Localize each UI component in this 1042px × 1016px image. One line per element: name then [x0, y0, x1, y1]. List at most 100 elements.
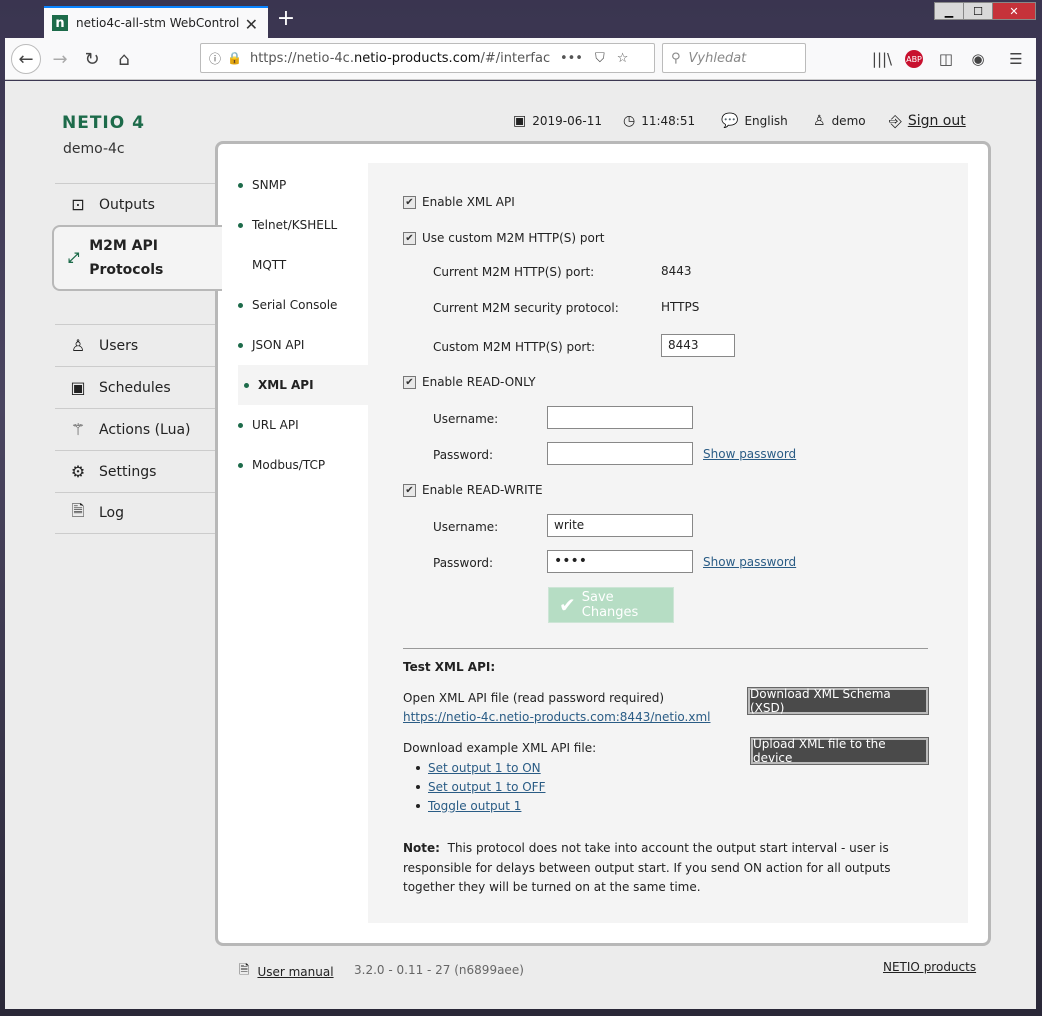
checkmark-icon: ✔: [559, 593, 576, 617]
example-toggle-link[interactable]: Toggle output 1: [428, 799, 521, 813]
sidebar-item-actions[interactable]: ⚚ Actions (Lua): [55, 408, 215, 450]
subnav-telnet[interactable]: Telnet/KSHELL: [238, 205, 370, 245]
enable-xml-api-checkbox[interactable]: ✔: [403, 195, 416, 209]
speech-bubble-icon: 💬: [721, 113, 739, 129]
xml-file-link[interactable]: https://netio-4c.netio-products.com:8443…: [403, 710, 710, 724]
user-manual-link[interactable]: 🗎 User manual: [239, 961, 334, 983]
custom-port-input[interactable]: 8443: [661, 334, 735, 357]
url-text: https://netio-4c.netio-products.com/#/in…: [249, 50, 550, 66]
forward-arrow-icon[interactable]: →: [45, 44, 75, 74]
enable-read-only-checkbox[interactable]: ✔: [403, 375, 416, 389]
rw-password-label: Password:: [433, 556, 494, 570]
section-divider: [403, 648, 928, 649]
tab-close-icon[interactable]: ✕: [245, 15, 258, 34]
list-item: Set output 1 to ON: [416, 761, 541, 775]
sidebar-active-line2: Protocols: [89, 262, 164, 278]
open-file-text: Open XML API file (read password require…: [403, 691, 665, 705]
lock-warning-icon[interactable]: 🔒: [227, 51, 242, 65]
search-icon: ⚲: [671, 50, 681, 66]
download-xsd-button[interactable]: Download XML Schema (XSD): [747, 687, 929, 715]
enable-read-write-checkbox[interactable]: ✔: [403, 483, 416, 497]
rw-password-input[interactable]: ••••: [547, 550, 693, 573]
subnav-url-api[interactable]: URL API: [238, 405, 370, 445]
subnav-json-api[interactable]: JSON API: [238, 325, 370, 365]
enable-read-only-row: ✔ Enable READ-ONLY: [403, 375, 536, 389]
enable-xml-api-row: ✔ Enable XML API: [403, 195, 515, 209]
netio-products-link[interactable]: NETIO products: [883, 960, 976, 974]
subnav-serial-console[interactable]: Serial Console: [238, 285, 370, 325]
sidebar-toggle-icon[interactable]: ◫: [935, 48, 957, 70]
maximize-icon[interactable]: ☐: [963, 2, 993, 20]
window-close-icon[interactable]: ✕: [992, 2, 1036, 20]
reload-icon[interactable]: ↻: [77, 44, 107, 74]
example-set-off-link[interactable]: Set output 1 to OFF: [428, 780, 545, 794]
calendar-icon: ▣: [513, 113, 527, 129]
header-time: ◷ 11:48:51: [623, 113, 696, 129]
enable-read-write-row: ✔ Enable READ-WRITE: [403, 483, 543, 497]
current-port-value: 8443: [661, 264, 692, 278]
rw-username-input[interactable]: write: [547, 514, 693, 537]
sidebar-item-users[interactable]: ♙ Users: [55, 324, 215, 366]
bookmark-star-icon[interactable]: ☆: [617, 51, 629, 66]
ro-username-label: Username:: [433, 412, 499, 426]
document-icon: 🗎: [239, 963, 250, 978]
home-icon[interactable]: ⌂: [109, 44, 139, 74]
pocket-icon[interactable]: ⛉: [595, 51, 605, 66]
ro-show-password-link[interactable]: Show password: [703, 447, 796, 461]
rw-username-label: Username:: [433, 520, 499, 534]
search-bar[interactable]: ⚲ Vyhledat: [662, 43, 806, 73]
sign-out-button[interactable]: ⎆ Sign out: [889, 111, 966, 131]
sidebar-item-settings[interactable]: ⚙ Settings: [55, 450, 215, 492]
sidebar-item-outputs[interactable]: ⊡ Outputs: [55, 183, 215, 225]
calendar-icon: ▣: [70, 378, 86, 397]
current-user[interactable]: ♙ demo: [813, 113, 866, 129]
netio-logo: NETIO 4: [62, 113, 145, 133]
save-changes-button[interactable]: ✔ Save Changes: [548, 587, 674, 623]
ro-password-label: Password:: [433, 448, 494, 462]
protocol-note: Note: This protocol does not take into a…: [403, 841, 891, 894]
new-tab-icon[interactable]: +: [276, 8, 296, 32]
url-bar[interactable]: ⓘ 🔒 https://netio-4c.netio-products.com/…: [200, 43, 655, 73]
adblock-icon[interactable]: ABP: [903, 48, 925, 70]
gear-icon: ⚙: [70, 462, 86, 481]
user-icon: ♙: [70, 336, 86, 355]
example-set-on-link[interactable]: Set output 1 to ON: [428, 761, 541, 775]
subnav-xml-api[interactable]: XML API: [238, 365, 370, 405]
ro-username-input[interactable]: [547, 406, 693, 429]
sidebar-item-schedules[interactable]: ▣ Schedules: [55, 366, 215, 408]
test-xml-api-heading: Test XML API:: [403, 660, 496, 674]
use-custom-port-row: ✔ Use custom M2M HTTP(S) port: [403, 231, 605, 245]
library-icon[interactable]: |||\: [871, 48, 893, 70]
info-icon[interactable]: ⓘ: [209, 50, 221, 67]
upload-xml-button[interactable]: Upload XML file to the device: [750, 737, 929, 765]
xml-api-content: ✔ Enable XML API ✔ Use custom M2M HTTP(S…: [368, 163, 968, 923]
browser-toolbar: ← → ↻ ⌂ ⓘ 🔒 https://netio-4c.netio-produ…: [5, 38, 1036, 80]
firmware-version: 3.2.0 - 0.11 - 27 (n6899aee): [354, 963, 524, 977]
subnav-modbus-tcp[interactable]: Modbus/TCP: [238, 445, 370, 485]
list-item: Toggle output 1: [416, 799, 521, 813]
account-icon[interactable]: ◉: [967, 48, 989, 70]
header-date: ▣ 2019-06-11: [513, 113, 602, 129]
sidebar-item-m2m-api-protocols[interactable]: ⤢ M2M API Protocols: [52, 225, 222, 291]
use-custom-port-checkbox[interactable]: ✔: [403, 231, 416, 245]
browser-tab[interactable]: n netio4c-all-stm WebControl ✕: [44, 6, 268, 38]
back-arrow-icon[interactable]: ←: [11, 44, 41, 74]
ro-password-input[interactable]: [547, 442, 693, 465]
hamburger-menu-icon[interactable]: ☰: [1005, 48, 1027, 70]
minimize-icon[interactable]: ▁: [934, 2, 964, 20]
current-protocol-value: HTTPS: [661, 300, 700, 314]
custom-port-label: Custom M2M HTTP(S) port:: [433, 340, 596, 354]
clock-icon: ◷: [623, 113, 636, 129]
language-selector[interactable]: 💬 English: [721, 113, 788, 129]
m2m-icon: ⤢: [68, 250, 80, 266]
sidebar-active-line1: M2M API: [89, 238, 158, 254]
search-placeholder: Vyhledat: [688, 50, 747, 66]
subnav-snmp[interactable]: SNMP: [238, 165, 370, 205]
protocol-subnav: SNMP Telnet/KSHELL MQTT Serial Console J…: [218, 144, 370, 943]
page-actions-icon[interactable]: •••: [560, 51, 583, 66]
page-body: NETIO 4 demo-4c ▣ 2019-06-11 ◷ 11:48:51 …: [5, 81, 1036, 1009]
subnav-mqtt[interactable]: MQTT: [238, 245, 370, 285]
rw-show-password-link[interactable]: Show password: [703, 555, 796, 569]
sidebar-item-log[interactable]: 🗎 Log: [55, 492, 215, 534]
wand-icon: ⚚: [70, 420, 86, 439]
